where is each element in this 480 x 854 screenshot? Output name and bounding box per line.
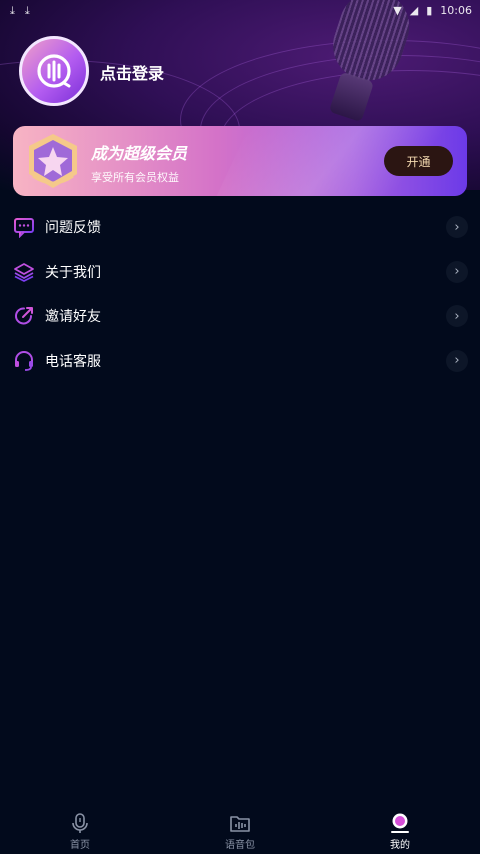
wifi-icon: ▼ [393,4,402,17]
status-bar: ⤓ ⤓ ▼ ◢ ▮ 10:06 [0,0,480,22]
headset-icon [15,350,33,371]
menu-item-label: 关于我们 [45,264,101,281]
chevron-right-icon: › [446,216,468,239]
menu-item-invite[interactable]: 邀请好友 › [0,294,480,339]
chevron-right-icon: › [446,349,468,372]
menu-item-phone-support[interactable]: 电话客服 › [0,339,480,384]
chevron-right-icon: › [446,260,468,283]
share-icon [15,307,33,325]
voice-pack-icon [230,816,250,832]
profile-icon [391,813,409,833]
vip-subtitle: 享受所有会员权益 [91,171,179,184]
download-icon: ⤓ [24,4,30,17]
avatar[interactable] [19,36,89,106]
tab-label: 我的 [390,840,410,851]
tab-label: 语音包 [225,840,255,851]
menu-item-about[interactable]: 关于我们 › [0,250,480,295]
tab-home[interactable]: 首页 [0,806,160,854]
menu-item-label: 邀请好友 [45,309,101,326]
settings-menu: 问题反馈 › 关于我们 › 邀请好友 › 电话客服 › [0,205,480,383]
feedback-icon [14,218,34,239]
status-time: 10:06 [440,4,472,17]
vip-title: 成为超级会员 [91,144,188,163]
vip-open-button[interactable]: 开通 [384,146,453,176]
tab-voice-pack[interactable]: 语音包 [160,806,320,854]
tab-mine[interactable]: 我的 [320,806,480,854]
bottom-tab-bar: 首页 语音包 我的 [0,806,480,854]
battery-icon: ▮ [426,4,433,17]
notification-icon: ⤓ [10,4,15,17]
vip-star-badge-icon [29,134,77,188]
signal-icon: ◢ [409,4,419,17]
vip-banner[interactable]: 成为超级会员 享受所有会员权益 开通 [13,126,467,196]
menu-item-label: 问题反馈 [45,220,101,237]
tab-label: 首页 [70,840,90,851]
chevron-right-icon: › [446,305,468,328]
layers-icon [14,262,34,282]
menu-item-feedback[interactable]: 问题反馈 › [0,205,480,250]
login-link[interactable]: 点击登录 [100,60,164,84]
app-logo-icon [37,54,71,88]
mic-icon [72,813,88,833]
menu-item-label: 电话客服 [45,353,101,370]
